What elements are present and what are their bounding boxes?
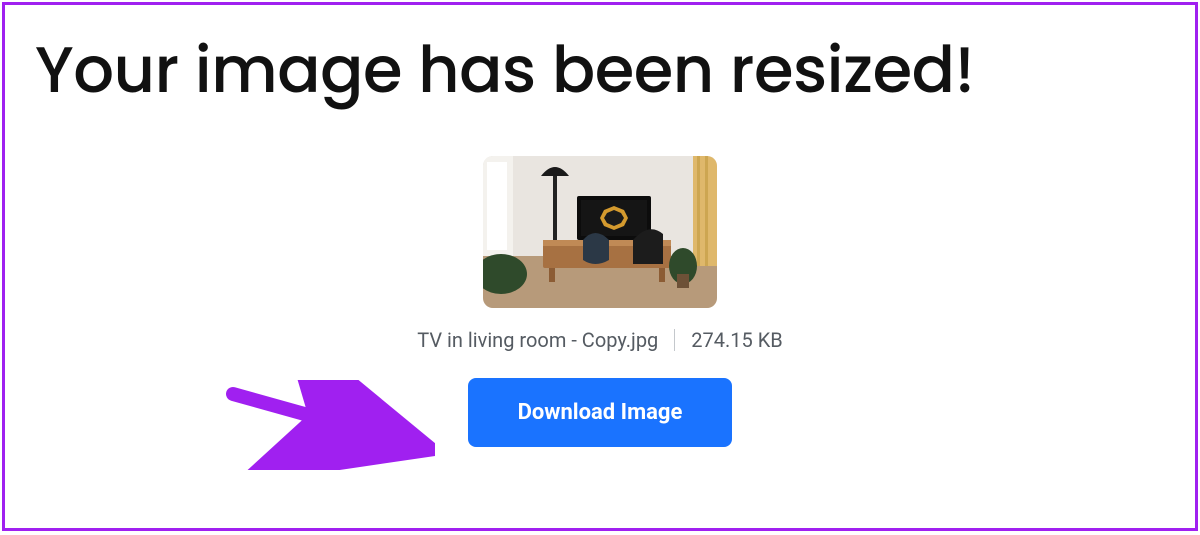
meta-divider bbox=[674, 329, 675, 351]
result-panel: TV in living room - Copy.jpg 274.15 KB D… bbox=[5, 156, 1195, 447]
file-meta: TV in living room - Copy.jpg 274.15 KB bbox=[417, 328, 783, 352]
page-title: Your image has been resized! bbox=[5, 5, 1195, 118]
file-size: 274.15 KB bbox=[691, 328, 782, 352]
download-image-button[interactable]: Download Image bbox=[468, 378, 733, 447]
file-name: TV in living room - Copy.jpg bbox=[417, 328, 658, 352]
image-thumbnail bbox=[483, 156, 717, 308]
